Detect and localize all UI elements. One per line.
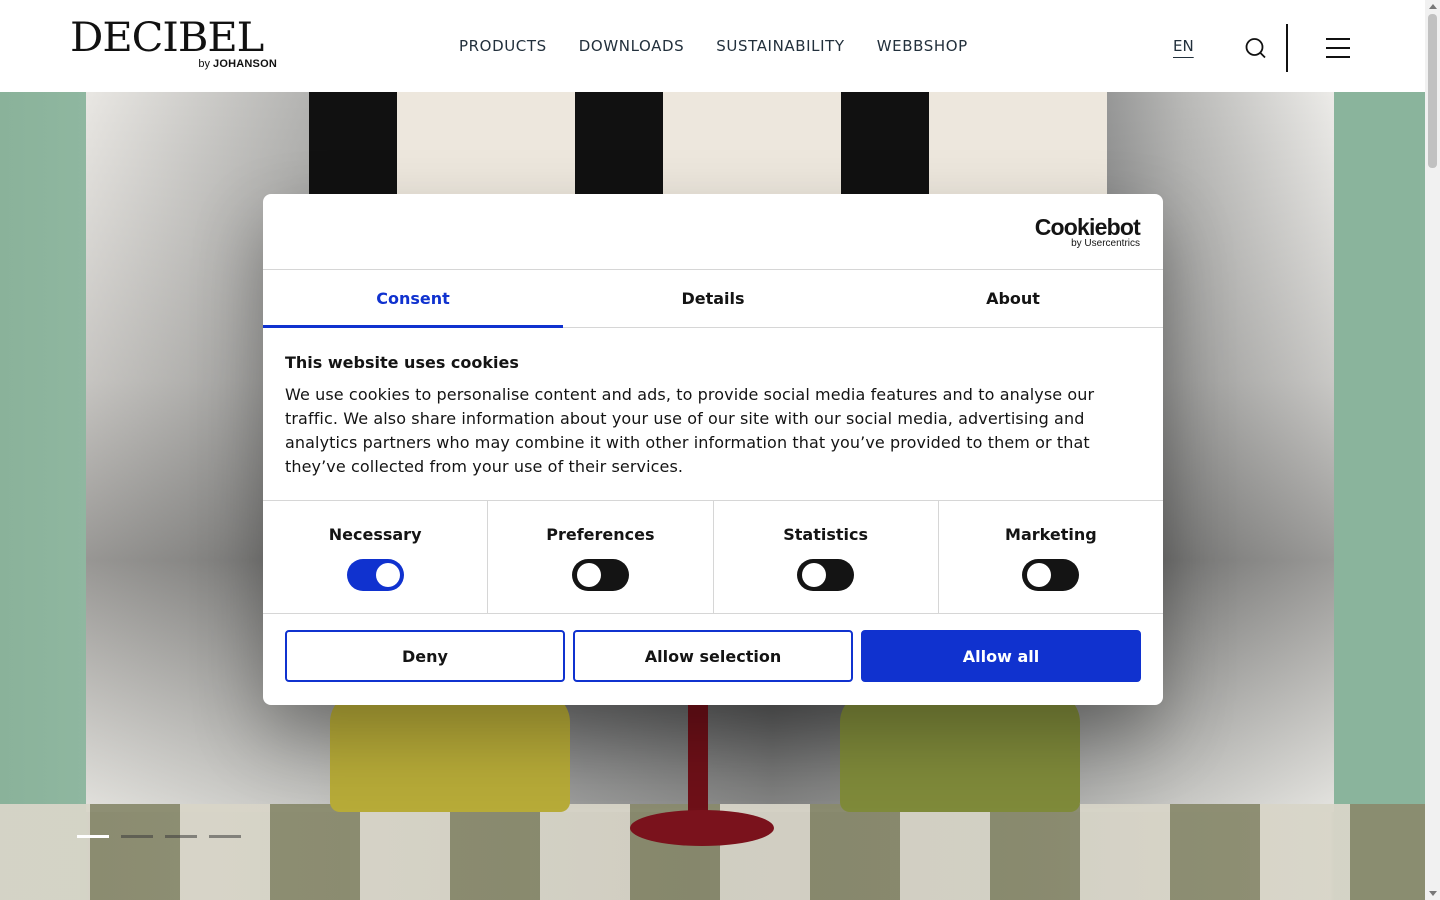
main-nav: PRODUCTS DOWNLOADS SUSTAINABILITY WEBBSH… [459,37,968,55]
nav-webbshop[interactable]: WEBBSHOP [877,37,968,55]
hamburger-menu-icon[interactable] [1325,37,1351,59]
scroll-up-arrow-icon[interactable] [1429,4,1437,9]
toggle-cell-marketing: Marketing [939,501,1163,613]
cookiebot-logo[interactable]: Cookiebot by Usercentrics [1034,214,1141,250]
slider-dot[interactable] [77,835,109,838]
hero-image-chair-right [840,692,1080,812]
hero-image-table [688,702,708,822]
toggle-cell-statistics: Statistics [714,501,939,613]
cookie-dialog-body: This website uses cookies We use cookies… [263,328,1163,501]
cookie-category-toggles: Necessary Preferences Statistics Marketi… [263,501,1163,614]
tab-about[interactable]: About [863,270,1163,327]
slider-pagination [77,835,241,838]
logo-wordmark: DECIBEL [70,15,264,61]
page-scrollbar[interactable] [1425,0,1440,900]
logo-subtitle: by JOHANSON [198,58,277,70]
marketing-toggle[interactable] [1022,559,1080,591]
nav-downloads[interactable]: DOWNLOADS [579,37,685,55]
site-header: DECIBEL by JOHANSON PRODUCTS DOWNLOADS S… [0,0,1425,92]
slider-dot[interactable] [209,835,241,838]
toggle-label-preferences: Preferences [546,525,655,544]
slider-dot[interactable] [121,835,153,838]
allow-selection-button[interactable]: Allow selection [573,630,853,682]
toggle-cell-preferences: Preferences [488,501,714,613]
nav-sustainability[interactable]: SUSTAINABILITY [716,37,844,55]
toggle-label-marketing: Marketing [1005,525,1097,544]
logo-sub-by: by [198,58,210,70]
slider-dot[interactable] [165,835,197,838]
cookie-dialog-title: This website uses cookies [285,353,519,372]
cookie-dialog-buttons: Deny Allow selection Allow all [263,614,1163,698]
panel-stripe [841,92,929,194]
cookiebot-logo-word: Cookiebot [1034,214,1141,240]
necessary-toggle[interactable] [346,559,404,591]
hero-image-acoustic-panel [309,92,1107,194]
cookie-tabs: Consent Details About [263,270,1163,328]
logo-sub-brand: JOHANSON [213,58,277,70]
panel-stripe [575,92,663,194]
tab-details[interactable]: Details [563,270,863,327]
tab-consent[interactable]: Consent [263,270,563,328]
allow-all-button[interactable]: Allow all [861,630,1141,682]
cookie-dialog-header: Cookiebot by Usercentrics [263,194,1163,270]
header-divider [1286,24,1288,72]
search-icon[interactable] [1244,36,1268,60]
toggle-label-statistics: Statistics [783,525,868,544]
hero-image-table-foot [630,810,774,846]
nav-products[interactable]: PRODUCTS [459,37,547,55]
statistics-toggle[interactable] [797,559,855,591]
toggle-cell-necessary: Necessary [263,501,489,613]
language-switcher[interactable]: EN [1173,37,1194,55]
scrollbar-thumb[interactable] [1428,14,1437,168]
hero-image-chair-left [330,692,570,812]
scroll-down-arrow-icon[interactable] [1429,891,1437,896]
deny-button[interactable]: Deny [285,630,565,682]
decibel-logo[interactable]: DECIBEL by JOHANSON [70,18,280,74]
cookie-consent-dialog: Cookiebot by Usercentrics Consent Detail… [263,194,1163,705]
preferences-toggle[interactable] [571,559,629,591]
toggle-label-necessary: Necessary [328,525,422,544]
panel-stripe [309,92,397,194]
cookie-dialog-text: We use cookies to personalise content an… [285,385,1095,476]
